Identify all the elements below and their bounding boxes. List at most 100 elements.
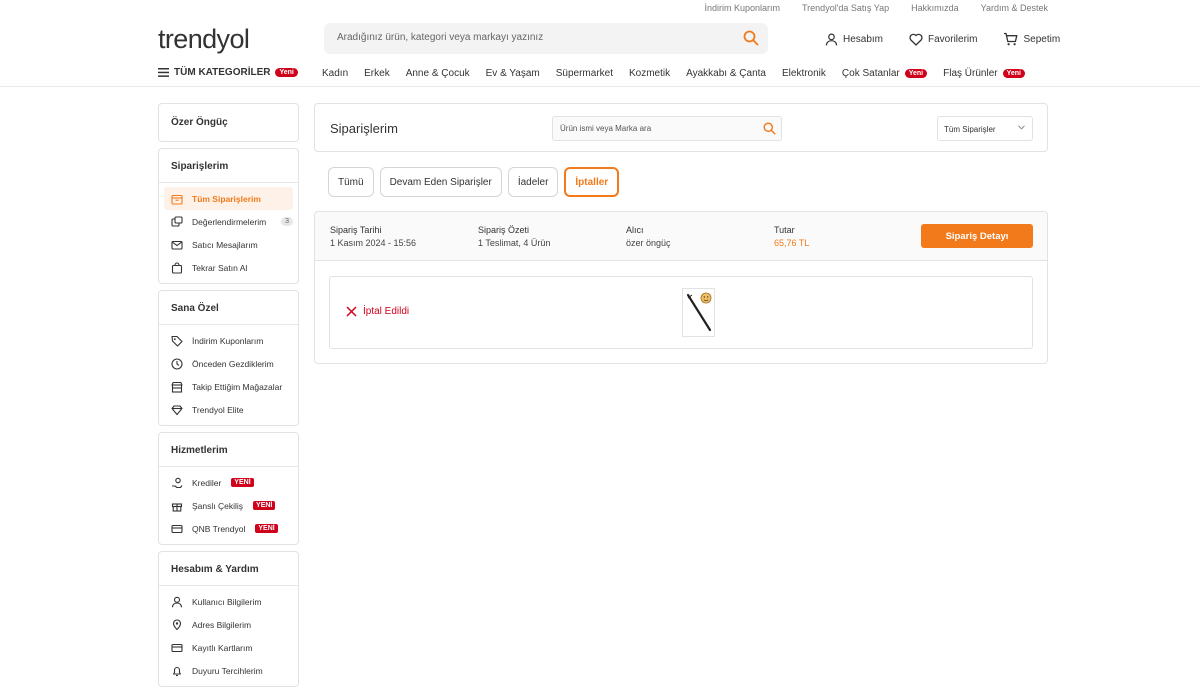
order-search-input[interactable]: Ürün ismi veya Marka ara	[560, 124, 651, 133]
tab-all[interactable]: Tümü	[328, 167, 374, 197]
special-section-title: Sana Özel	[171, 303, 219, 314]
top-link-help[interactable]: Yardım & Destek	[981, 3, 1048, 13]
top-link-about[interactable]: Hakkımızda	[911, 3, 959, 13]
sidebar-item-all-orders[interactable]: Tüm Siparişlerim	[164, 187, 293, 210]
sidebar-item-addresses[interactable]: Adres Bilgilerim	[164, 613, 293, 636]
reviews-icon	[171, 215, 183, 228]
new-badge: YENİ	[231, 478, 254, 487]
nav-item-kozmetik[interactable]: Kozmetik	[629, 68, 670, 79]
order-summary-label: Sipariş Özeti	[478, 225, 530, 235]
page-title: Siparişlerim	[330, 121, 398, 136]
location-icon	[171, 618, 183, 631]
box-icon	[171, 193, 183, 205]
order-filter-select[interactable]: Tüm Siparişler	[937, 116, 1033, 141]
sidebar-item-notifications[interactable]: Duyuru Tercihlerim	[164, 659, 293, 682]
sidebar-item-seller-messages[interactable]: Satıcı Mesajlarım	[164, 233, 293, 256]
nav-item-erkek[interactable]: Erkek	[364, 68, 390, 79]
account-label: Hesabım	[843, 33, 884, 45]
nav-item-flas-urunler[interactable]: Flaş Ürünler Yeni	[943, 68, 1025, 79]
sidebar-item-followed-stores[interactable]: Takip Ettiğim Mağazalar	[164, 375, 293, 398]
search-icon[interactable]	[743, 30, 759, 46]
special-section: Sana Özel İndirim Kuponlarım Önceden Gez…	[158, 290, 299, 426]
nav-label: Çok Satanlar	[841, 68, 900, 79]
sidebar-item-history[interactable]: Önceden Gezdiklerim	[164, 352, 293, 375]
orders-section-title: Siparişlerim	[171, 161, 229, 172]
user-name: Özer Öngüç	[171, 117, 228, 128]
nav-item-supermarket[interactable]: Süpermarket	[556, 68, 613, 79]
all-categories-button[interactable]: TÜM KATEGORİLER Yeni	[158, 67, 298, 78]
gift-icon	[171, 500, 183, 512]
diamond-icon	[171, 404, 183, 416]
sidebar-item-label: Adres Bilgilerim	[192, 619, 252, 630]
card-icon	[171, 523, 183, 535]
sidebar-item-label: Değerlendirmelerim	[192, 216, 267, 227]
top-link-coupons[interactable]: İndirim Kuponlarım	[704, 3, 780, 13]
order-summary-value: 1 Teslimat, 4 Ürün	[478, 238, 551, 248]
sidebar-item-saved-cards[interactable]: Kayıtlı Kartlarım	[164, 636, 293, 659]
new-badge: Yeni	[275, 68, 298, 77]
sidebar-item-label: İndirim Kuponlarım	[192, 335, 264, 346]
order-search-field[interactable]: Ürün ismi veya Marka ara	[552, 116, 782, 141]
orders-header: Siparişlerim Ürün ismi veya Marka ara Tü…	[314, 103, 1048, 152]
sidebar-item-label: Kullanıcı Bilgilerim	[192, 596, 262, 607]
order-summary: Sipariş Özeti 1 Teslimat, 4 Ürün	[478, 224, 550, 250]
sidebar-item-user-info[interactable]: Kullanıcı Bilgilerim	[164, 590, 293, 613]
order-recipient-label: Alıcı	[626, 225, 644, 235]
new-badge: Yeni	[1002, 69, 1025, 78]
category-nav: TÜM KATEGORİLER Yeni Kadın Erkek Anne & …	[0, 67, 1200, 87]
order-status: İptal Edildi	[346, 306, 409, 317]
sidebar-item-qnb[interactable]: QNB Trendyol YENİ	[164, 517, 293, 540]
order-card-header: Sipariş Tarihi 1 Kasım 2024 - 15:56 Sipa…	[315, 212, 1047, 261]
search-icon[interactable]	[763, 122, 776, 135]
hand-coin-icon	[171, 477, 183, 489]
sidebar-item-label: Takip Ettiğim Mağazalar	[192, 381, 283, 392]
top-links: İndirim Kuponlarım Trendyol'da Satış Yap…	[704, 3, 1048, 13]
new-badge: YENİ	[255, 524, 278, 533]
user-box: Özer Öngüç	[158, 103, 299, 142]
nav-item-kadin[interactable]: Kadın	[322, 68, 348, 79]
user-icon	[171, 596, 183, 608]
search-input[interactable]: Aradığınız ürün, kategori veya markayı y…	[337, 32, 543, 43]
cart-link[interactable]: Sepetim	[1003, 32, 1060, 46]
sidebar-item-label: QNB Trendyol	[192, 523, 246, 534]
services-section: Hizmetlerim Krediler YENİ Şanslı Çekiliş…	[158, 432, 299, 545]
favorites-label: Favorilerim	[928, 33, 978, 45]
sidebar-item-reviews[interactable]: Değerlendirmelerim 3	[164, 210, 294, 233]
heart-icon	[909, 33, 923, 46]
sidebar-item-label: Tüm Siparişlerim	[192, 193, 261, 204]
tab-returns[interactable]: İadeler	[507, 167, 559, 197]
nav-label: Flaş Ürünler	[943, 68, 998, 79]
order-status-label: İptal Edildi	[363, 306, 410, 317]
order-total: Tutar 65,76 TL	[774, 224, 809, 250]
sidebar-item-lucky-draw[interactable]: Şanslı Çekiliş YENİ	[164, 494, 293, 517]
nav-item-ev-yasam[interactable]: Ev & Yaşam	[486, 68, 540, 79]
sidebar-item-label: Satıcı Mesajlarım	[192, 239, 258, 250]
sidebar-item-credits[interactable]: Krediler YENİ	[164, 471, 293, 494]
tab-ongoing[interactable]: Devam Eden Siparişler	[379, 167, 502, 197]
order-recipient: Alıcı özer öngüç	[626, 224, 671, 250]
sidebar-item-label: Tekrar Satın Al	[192, 262, 248, 273]
sidebar-item-label: Trendyol Elite	[192, 404, 244, 415]
order-detail-button[interactable]: Sipariş Detayı	[921, 224, 1033, 248]
top-link-sell[interactable]: Trendyol'da Satış Yap	[802, 3, 889, 13]
new-badge: Yeni	[904, 69, 928, 78]
nav-item-anne-cocuk[interactable]: Anne & Çocuk	[406, 68, 470, 79]
nav-item-cok-satanlar[interactable]: Çok Satanlar Yeni	[841, 68, 928, 79]
user-icon	[825, 33, 838, 46]
sidebar-item-label: Duyuru Tercihlerim	[192, 665, 263, 676]
sidebar-item-buy-again[interactable]: Tekrar Satın Al	[164, 256, 293, 279]
nav-item-ayakkabi-canta[interactable]: Ayakkabı & Çanta	[686, 68, 766, 79]
order-date: Sipariş Tarihi 1 Kasım 2024 - 15:56	[330, 224, 416, 250]
cart-label: Sepetim	[1023, 33, 1061, 45]
sidebar-item-coupons[interactable]: İndirim Kuponlarım	[164, 329, 293, 352]
favorites-link[interactable]: Favorilerim	[909, 32, 977, 46]
nav-item-elektronik[interactable]: Elektronik	[782, 68, 826, 79]
product-thumbnail[interactable]	[682, 288, 715, 337]
sidebar-item-elite[interactable]: Trendyol Elite	[164, 398, 293, 421]
category-list: Kadın Erkek Anne & Çocuk Ev & Yaşam Süpe…	[322, 68, 1025, 79]
tab-cancellations[interactable]: İptaller	[564, 167, 620, 197]
account-link[interactable]: Hesabım	[825, 32, 883, 46]
search-bar[interactable]: Aradığınız ürün, kategori veya markayı y…	[324, 23, 768, 54]
orders-main: Siparişlerim Ürün ismi veya Marka ara Tü…	[314, 103, 1048, 364]
logo[interactable]: trendyol	[158, 24, 250, 54]
